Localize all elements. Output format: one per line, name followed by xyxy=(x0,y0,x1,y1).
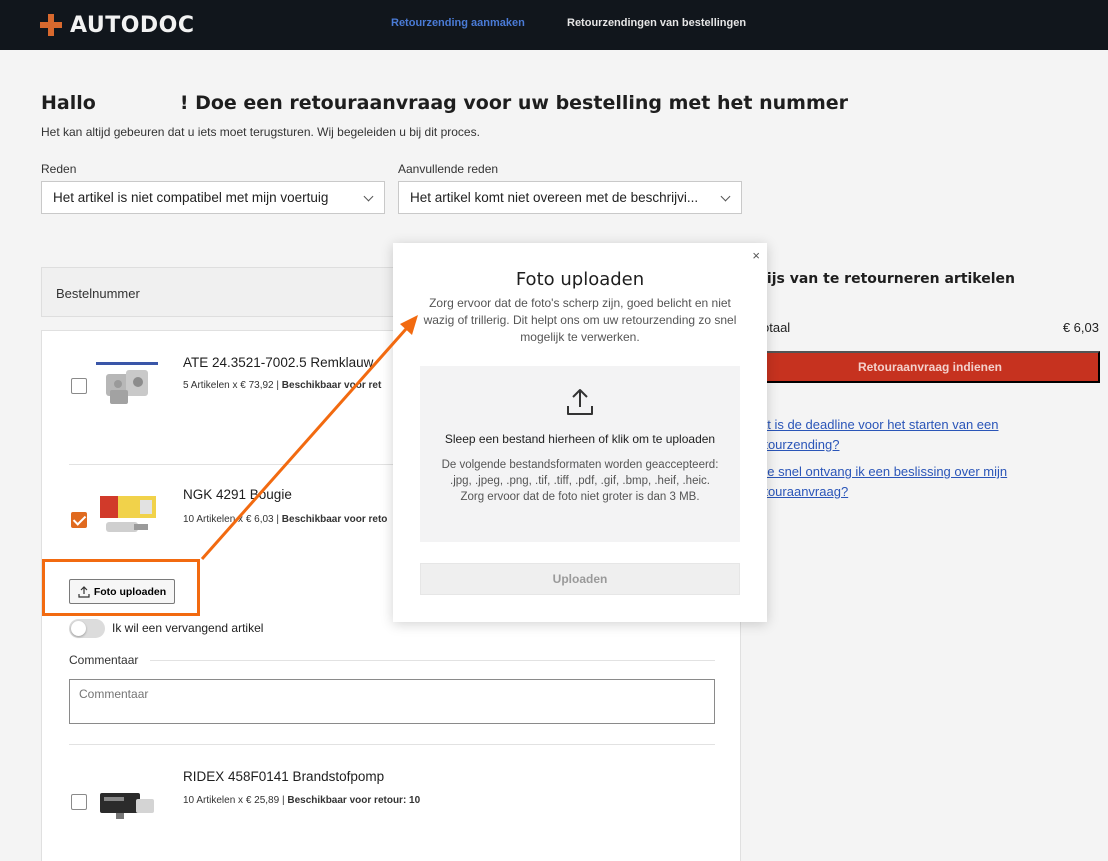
top-bar: AUTODOC Retourzending aanmaken Retourzen… xyxy=(0,0,1108,50)
order-number-label: Bestelnummer xyxy=(56,286,140,301)
modal-description: Zorg ervoor dat de foto's scherp zijn, g… xyxy=(423,296,737,344)
dropzone-info: De volgende bestandsformaten worden geac… xyxy=(440,457,720,505)
chevron-down-icon xyxy=(363,191,374,202)
logo-text: AUTODOC xyxy=(70,12,195,38)
file-dropzone[interactable]: Sleep een bestand hierheen of klik om te… xyxy=(420,366,740,542)
extra-reason-value: Het artikel komt niet overeen met de bes… xyxy=(410,190,699,205)
item-name: RIDEX 458F0141 Brandstofpomp xyxy=(183,769,385,784)
modal-title: Foto uploaden xyxy=(515,269,645,290)
page-title: Hallo ! Doe een retouraanvraag voor uw be… xyxy=(41,92,848,114)
photo-upload-modal: × Foto uploaden Zorg ervoor dat de foto'… xyxy=(393,243,767,622)
annotation-highlight-box xyxy=(42,559,200,616)
chevron-down-icon xyxy=(720,191,731,202)
product-image-fuel-pump xyxy=(100,793,154,819)
item-meta: 10 Artikelen x € 25,89 | Beschikbaar voo… xyxy=(183,795,421,806)
page-subtitle: Het kan altijd gebeuren dat u iets moet … xyxy=(41,125,480,139)
dropzone-size-limit: Zorg ervoor dat de foto niet groter is d… xyxy=(460,491,700,503)
extra-reason-select[interactable]: Het artikel komt niet overeen met de bes… xyxy=(398,181,742,214)
item-divider xyxy=(69,464,394,465)
logo-cross-icon xyxy=(40,14,62,36)
summary-title: rijs van te retourneren artikelen xyxy=(760,271,1016,287)
item-name: ATE 24.3521-7002.5 Remklauw xyxy=(183,355,374,370)
product-image-brake-caliper xyxy=(96,362,158,404)
summary-total-value: € 6,03 xyxy=(1062,320,1099,335)
item-name: NGK 4291 Bougie xyxy=(183,487,292,502)
close-icon[interactable]: × xyxy=(752,249,760,262)
comment-divider xyxy=(150,660,715,661)
autodoc-logo[interactable]: AUTODOC xyxy=(40,11,195,39)
faq-link-deadline[interactable]: at is de deadline voor het starten van e… xyxy=(760,415,1060,455)
modal-upload-button[interactable]: Uploaden xyxy=(420,563,740,595)
item-meta: 10 Artikelen x € 6,03 | Beschikbaar voor… xyxy=(183,514,388,525)
upload-icon xyxy=(567,389,593,415)
product-image-spark-plug xyxy=(100,496,156,532)
nav-order-returns[interactable]: Retourzendingen van bestellingen xyxy=(567,17,746,29)
item-checkbox-ate[interactable] xyxy=(71,378,87,394)
item-divider xyxy=(69,744,715,745)
dropzone-formats: De volgende bestandsformaten worden geac… xyxy=(441,459,719,487)
comment-label: Commentaar xyxy=(69,653,139,667)
item-checkbox-ridex[interactable] xyxy=(71,794,87,810)
nav-create-return[interactable]: Retourzending aanmaken xyxy=(391,17,525,29)
replacement-toggle[interactable] xyxy=(69,619,105,638)
item-checkbox-ngk[interactable] xyxy=(71,512,87,528)
dropzone-instruction: Sleep een bestand hierheen of klik om te… xyxy=(444,432,716,446)
replacement-label: Ik wil een vervangend artikel xyxy=(112,621,264,635)
extra-reason-label: Aanvullende reden xyxy=(398,162,499,176)
item-meta: 5 Artikelen x € 73,92 | Beschikbaar voor… xyxy=(183,380,382,391)
reason-label: Reden xyxy=(41,162,77,176)
greeting-prefix: Hallo xyxy=(41,92,96,114)
reason-value: Het artikel is niet compatibel met mijn … xyxy=(53,190,329,205)
faq-link-decision[interactable]: oe snel ontvang ik een beslissing over m… xyxy=(760,462,1060,502)
reason-select[interactable]: Het artikel is niet compatibel met mijn … xyxy=(41,181,385,214)
greeting-suffix: ! Doe een retouraanvraag voor uw bestell… xyxy=(179,92,849,114)
submit-return-button[interactable]: Retouraanvraag indienen xyxy=(760,351,1100,383)
comment-input[interactable] xyxy=(69,679,715,724)
